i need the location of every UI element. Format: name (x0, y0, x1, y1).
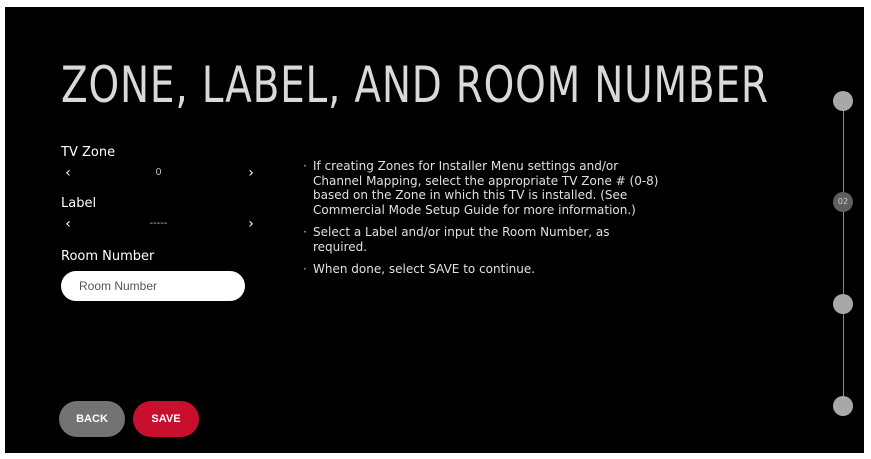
label-next-arrow-icon[interactable]: › (244, 215, 258, 235)
room-number-input[interactable] (61, 271, 245, 301)
label-value: ----- (149, 218, 168, 229)
label-prev-arrow-icon[interactable]: ‹ (61, 215, 75, 235)
bullet-icon: · (303, 225, 307, 239)
back-button[interactable]: BACK (59, 401, 125, 437)
label-field-label: Label (61, 196, 97, 211)
bullet-icon: · (303, 159, 307, 173)
progress-step-4 (833, 396, 853, 416)
label-selector: ‹ ----- › (61, 215, 261, 235)
tv-zone-label: TV Zone (61, 145, 116, 160)
bullet-icon: · (303, 262, 307, 276)
tv-zone-value: 0 (155, 167, 162, 178)
info-list: · If creating Zones for Installer Menu s… (303, 159, 663, 285)
tv-zone-selector: ‹ 0 › (61, 164, 261, 184)
info-item: · Select a Label and/or input the Room N… (303, 225, 663, 254)
page-title: ZONE, LABEL, AND ROOM NUMBER (61, 56, 769, 114)
setup-screen: ZONE, LABEL, AND ROOM NUMBER TV Zone ‹ 0… (5, 7, 864, 453)
progress-track (843, 101, 844, 407)
info-item: · If creating Zones for Installer Menu s… (303, 159, 663, 217)
tv-zone-prev-arrow-icon[interactable]: ‹ (61, 164, 75, 184)
room-number-label: Room Number (61, 249, 155, 264)
progress-step-3 (833, 294, 853, 314)
info-item: · When done, select SAVE to continue. (303, 262, 663, 277)
save-button[interactable]: SAVE (133, 401, 199, 437)
tv-zone-next-arrow-icon[interactable]: › (244, 164, 258, 184)
info-item-text: Select a Label and/or input the Room Num… (313, 225, 610, 254)
info-item-text: If creating Zones for Installer Menu set… (313, 159, 659, 217)
progress-step-2-current: 02 (833, 192, 853, 212)
info-item-text: When done, select SAVE to continue. (313, 262, 536, 276)
progress-step-1 (833, 91, 853, 111)
